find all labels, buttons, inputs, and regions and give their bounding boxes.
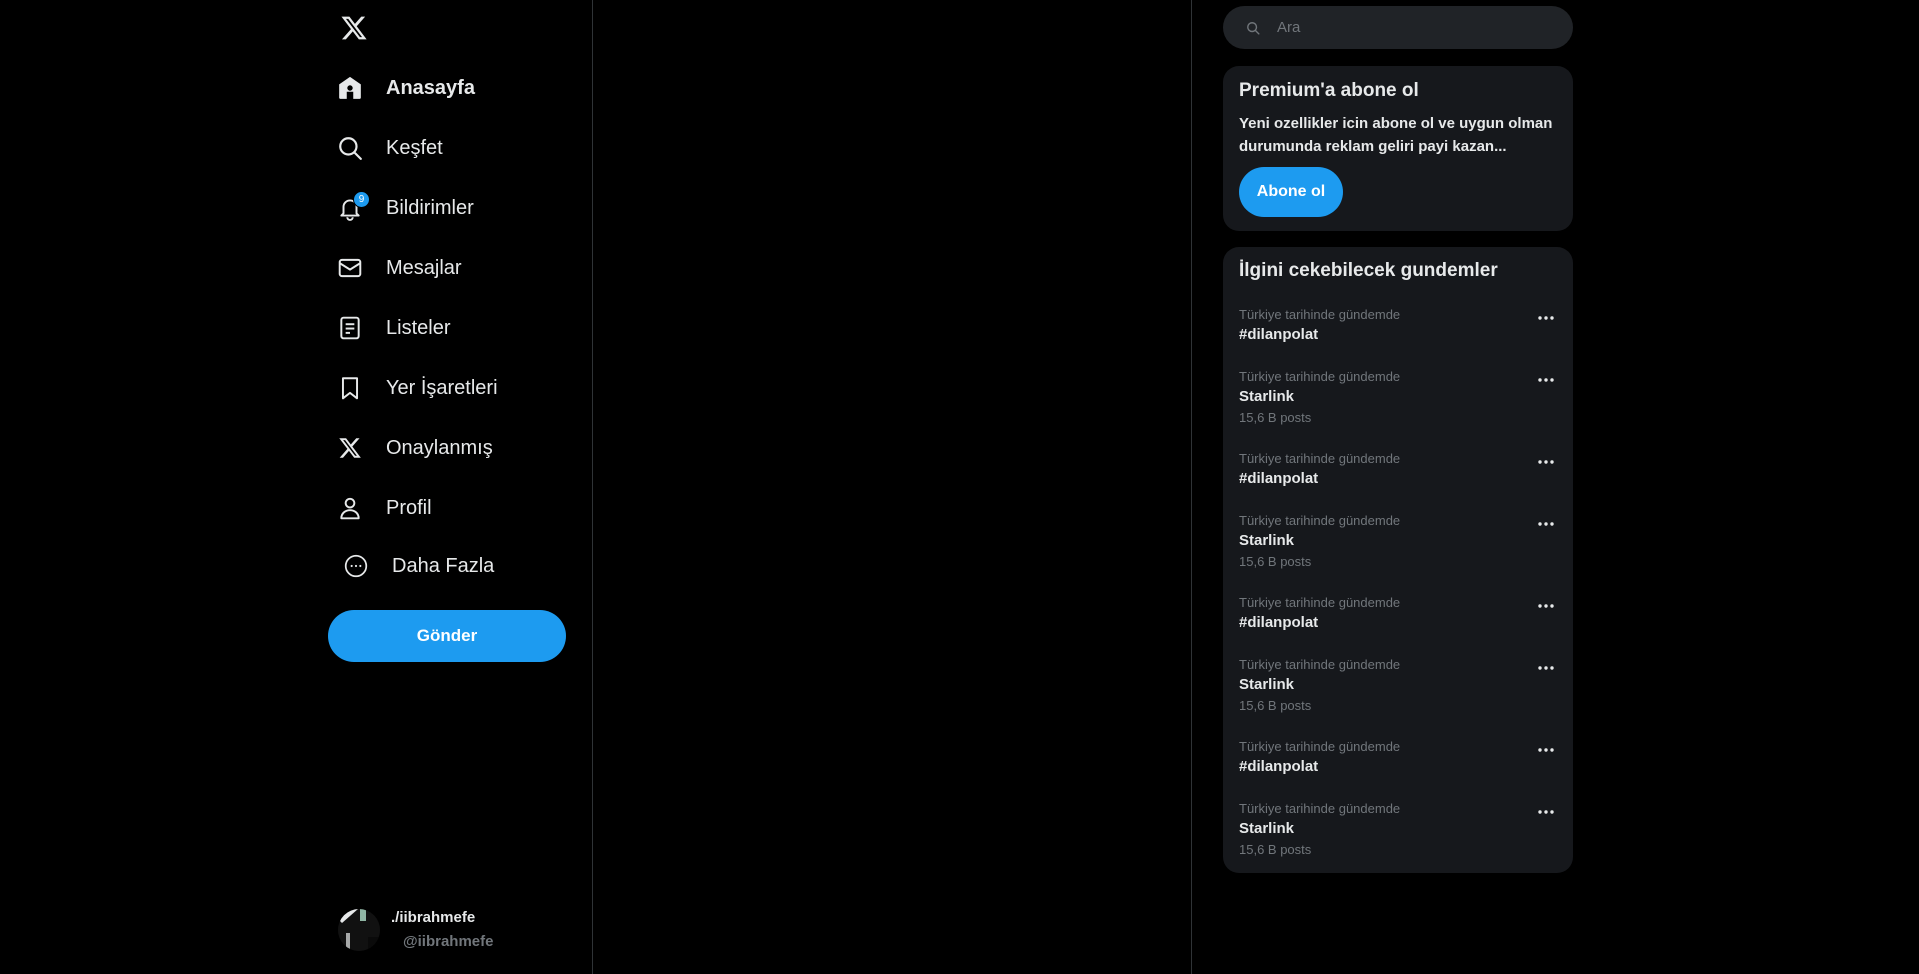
bell-icon: 9 (336, 191, 370, 222)
sidebar-item-label: Listeler (386, 316, 451, 339)
trend-name: #dilanpolat (1239, 758, 1319, 775)
sidebar-item-label: Anasayfa (386, 76, 475, 99)
more-horizontal-icon[interactable] (1535, 309, 1557, 327)
more-horizontal-icon[interactable] (1535, 741, 1557, 759)
premium-description: Yeni ozellikler icin abone ol ve uygun o… (1239, 115, 1553, 155)
trend-item[interactable]: Türkiye tarihinde gündemde #dilanpolat (1223, 451, 1573, 507)
sidebar-item-bookmarks[interactable]: Yer İşaretleri (336, 366, 498, 410)
subscribe-button[interactable]: Abone ol (1239, 167, 1343, 217)
sidebar-item-label: Bildirimler (386, 196, 474, 219)
left-sidebar: Anasayfa Keşfet 9 Bildirimler Mesajlar L… (0, 0, 593, 974)
trend-context: Türkiye tarihinde gündemde (1239, 657, 1401, 672)
trends-title: İlgini cekebilecek gundemler (1239, 260, 1498, 281)
main-timeline (593, 0, 1192, 974)
trend-item[interactable]: Türkiye tarihinde gündemde Starlink 15,6… (1223, 657, 1573, 719)
trend-name: #dilanpolat (1239, 470, 1319, 487)
trend-item[interactable]: Türkiye tarihinde gündemde Starlink 15,6… (1223, 369, 1573, 431)
trend-context: Türkiye tarihinde gündemde (1239, 595, 1401, 610)
trend-item[interactable]: Türkiye tarihinde gündemde Starlink 15,6… (1223, 801, 1573, 863)
trend-name: Starlink (1239, 676, 1295, 693)
trend-name: #dilanpolat (1239, 614, 1319, 631)
trend-name: Starlink (1239, 532, 1295, 549)
trend-context: Türkiye tarihinde gündemde (1239, 739, 1401, 754)
sidebar-item-label: Mesajlar (386, 256, 462, 279)
trend-post-count: 15,6 B posts (1239, 554, 1312, 569)
search-icon (1245, 20, 1261, 36)
trend-item[interactable]: Türkiye tarihinde gündemde #dilanpolat (1223, 595, 1573, 651)
more-horizontal-icon[interactable] (1535, 515, 1557, 533)
search-icon (336, 134, 364, 162)
trend-post-count: 15,6 B posts (1239, 410, 1312, 425)
list-icon (336, 314, 364, 342)
trend-name: Starlink (1239, 820, 1295, 837)
trend-context: Türkiye tarihinde gündemde (1239, 451, 1401, 466)
sidebar-item-profile[interactable]: Profil (336, 486, 432, 530)
search-input[interactable] (1275, 18, 1535, 37)
trend-name: #dilanpolat (1239, 326, 1319, 343)
post-button[interactable]: Gönder (328, 610, 566, 662)
more-horizontal-icon[interactable] (1535, 803, 1557, 821)
sidebar-item-explore[interactable]: Keşfet (336, 126, 443, 170)
home-icon (336, 74, 364, 102)
sidebar-item-label: Yer İşaretleri (386, 376, 498, 399)
more-horizontal-icon[interactable] (1535, 371, 1557, 389)
bookmark-icon (336, 374, 364, 402)
sidebar-item-home[interactable]: Anasayfa (336, 66, 475, 110)
avatar (338, 909, 380, 951)
trend-item[interactable]: Türkiye tarihinde gündemde #dilanpolat (1223, 739, 1573, 795)
premium-title: Premium'a abone ol (1239, 80, 1419, 101)
trend-post-count: 15,6 B posts (1239, 842, 1312, 857)
trends-card: İlgini cekebilecek gundemler Türkiye tar… (1223, 247, 1573, 873)
sidebar-item-notifications[interactable]: 9 Bildirimler (336, 186, 474, 230)
sidebar-item-label: Daha Fazla (392, 554, 495, 577)
mail-icon (336, 254, 364, 282)
x-logo-icon[interactable] (336, 10, 372, 46)
account-display-name: ./iibrahmefe (391, 909, 476, 926)
more-horizontal-icon[interactable] (1535, 453, 1557, 471)
person-icon (336, 494, 364, 522)
trend-context: Türkiye tarihinde gündemde (1239, 801, 1401, 816)
sidebar-item-label: Profil (386, 496, 432, 519)
premium-card: Premium'a abone ol Yeni ozellikler icin … (1223, 66, 1573, 231)
more-horizontal-icon[interactable] (1535, 597, 1557, 615)
sidebar-item-more[interactable]: Daha Fazla (342, 544, 494, 588)
sidebar-item-verified[interactable]: Onaylanmış (336, 426, 493, 470)
trend-item[interactable]: Türkiye tarihinde gündemde #dilanpolat (1223, 307, 1573, 363)
more-horizontal-icon[interactable] (1535, 659, 1557, 677)
sidebar-item-label: Onaylanmış (386, 436, 493, 459)
trend-context: Türkiye tarihinde gündemde (1239, 307, 1401, 322)
account-switcher[interactable]: ./iibrahmefe @iibrahmefe (338, 906, 568, 958)
search-bar[interactable] (1223, 6, 1573, 49)
trend-context: Türkiye tarihinde gündemde (1239, 369, 1401, 384)
account-handle: @iibrahmefe (403, 933, 494, 950)
sidebar-item-label: Keşfet (386, 136, 443, 159)
sidebar-item-lists[interactable]: Listeler (336, 306, 450, 350)
x-logo-icon (336, 434, 364, 462)
trend-post-count: 15,6 B posts (1239, 698, 1312, 713)
notification-badge: 9 (353, 191, 370, 208)
trend-context: Türkiye tarihinde gündemde (1239, 513, 1401, 528)
more-circle-icon (342, 552, 370, 580)
trend-name: Starlink (1239, 388, 1295, 405)
sidebar-item-messages[interactable]: Mesajlar (336, 246, 462, 290)
trend-item[interactable]: Türkiye tarihinde gündemde Starlink 15,6… (1223, 513, 1573, 575)
